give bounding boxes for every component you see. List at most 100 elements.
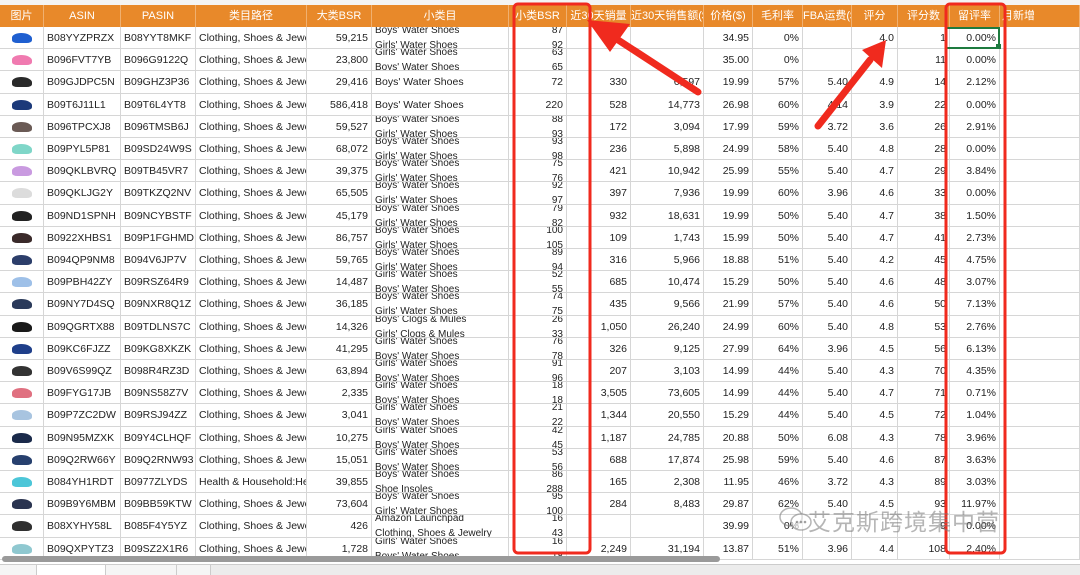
cell-main-bsr[interactable]: 59,215 (307, 27, 372, 50)
cell-review-rate[interactable]: 6.13% (950, 337, 1000, 360)
cell-review-count[interactable]: 53 (898, 315, 950, 338)
cell-category-path[interactable]: Clothing, Shoes & Jewelry (196, 337, 307, 360)
cell-monthly-new[interactable] (1000, 426, 1080, 449)
cell-monthly-new[interactable] (1000, 515, 1080, 538)
cell-sales-30d[interactable]: 397 (567, 182, 631, 205)
cell-review-rate[interactable]: 3.96% (950, 426, 1000, 449)
cell-rating[interactable]: 4.6 (852, 448, 898, 471)
cell-revenue-30d[interactable]: 5,966 (631, 249, 704, 272)
cell-review-count[interactable]: 78 (898, 426, 950, 449)
cell-category-path[interactable]: Clothing, Shoes & Jewelry (196, 426, 307, 449)
cell-category-path[interactable]: Clothing, Shoes & Jewelry (196, 93, 307, 116)
cell-fba-fee[interactable]: 3.96 (803, 537, 852, 560)
cell-fba-fee[interactable]: 5.40 (803, 226, 852, 249)
cell-monthly-new[interactable] (1000, 293, 1080, 316)
cell-sales-30d[interactable]: 1,050 (567, 315, 631, 338)
cell-image[interactable] (0, 226, 44, 249)
cell-margin[interactable]: 51% (753, 249, 803, 272)
cell-asin[interactable]: B09NY7D4SQ (44, 293, 121, 316)
cell-monthly-new[interactable] (1000, 226, 1080, 249)
cell-sales-30d[interactable]: 326 (567, 337, 631, 360)
cell-review-rate[interactable]: 3.63% (950, 448, 1000, 471)
cell-price[interactable]: 24.99 (704, 315, 753, 338)
cell-subcategory[interactable]: Girls' Water Shoes Boys' Water Shoes (372, 404, 509, 427)
cell-revenue-30d[interactable] (631, 515, 704, 538)
cell-asin[interactable]: B09PBH42ZY (44, 271, 121, 294)
cell-subcategory[interactable]: Boys' Water Shoes Girls' Water Shoes (372, 293, 509, 316)
cell-image[interactable] (0, 293, 44, 316)
cell-rating[interactable]: 4.7 (852, 160, 898, 183)
cell-subcategory[interactable]: Boys' Water Shoes (372, 71, 509, 94)
cell-revenue-30d[interactable]: 9,566 (631, 293, 704, 316)
cell-subcategory-bsr[interactable]: 16 43 (509, 515, 567, 538)
cell-rating[interactable]: 4.3 (852, 426, 898, 449)
cell-subcategory-bsr[interactable]: 26 33 (509, 315, 567, 338)
cell-main-bsr[interactable]: 14,326 (307, 315, 372, 338)
cell-review-rate[interactable]: 3.84% (950, 160, 1000, 183)
cell-image[interactable] (0, 160, 44, 183)
cell-revenue-30d[interactable]: 10,474 (631, 271, 704, 294)
cell-fba-fee[interactable]: 3.72 (803, 115, 852, 138)
cell-rating[interactable]: 4.8 (852, 138, 898, 161)
cell-revenue-30d[interactable]: 6,597 (631, 71, 704, 94)
cell-monthly-new[interactable] (1000, 204, 1080, 227)
cell-review-count[interactable]: 108 (898, 537, 950, 560)
cell-rating[interactable]: 4.9 (852, 71, 898, 94)
cell-category-path[interactable]: Clothing, Shoes & Jewelry (196, 315, 307, 338)
cell-monthly-new[interactable] (1000, 448, 1080, 471)
column-header-subcategory-bsr[interactable]: 小类BSR (509, 5, 567, 27)
cell-category-path[interactable]: Clothing, Shoes & Jewelry (196, 71, 307, 94)
cell-review-count[interactable]: 45 (898, 249, 950, 272)
cell-revenue-30d[interactable]: 14,773 (631, 93, 704, 116)
cell-price[interactable]: 39.99 (704, 515, 753, 538)
cell-price[interactable]: 25.98 (704, 448, 753, 471)
cell-sales-30d[interactable]: 435 (567, 293, 631, 316)
cell-sales-30d[interactable]: 330 (567, 71, 631, 94)
cell-main-bsr[interactable]: 29,416 (307, 71, 372, 94)
cell-revenue-30d[interactable]: 20,550 (631, 404, 704, 427)
cell-review-count[interactable]: 33 (898, 182, 950, 205)
cell-sales-30d[interactable]: 1,187 (567, 426, 631, 449)
cell-rating[interactable]: 4.7 (852, 204, 898, 227)
cell-subcategory-bsr[interactable]: 220 (509, 93, 567, 116)
cell-margin[interactable]: 50% (753, 271, 803, 294)
cell-review-rate[interactable]: 0.00% (950, 49, 1000, 72)
cell-subcategory[interactable]: Boys' Water Shoes (372, 93, 509, 116)
cell-main-bsr[interactable]: 73,604 (307, 493, 372, 516)
cell-subcategory[interactable]: Boys' Water Shoes Girls' Water Shoes (372, 27, 509, 50)
cell-asin[interactable]: B094QP9NM8 (44, 249, 121, 272)
column-header-asin[interactable]: ASIN (44, 5, 121, 27)
cell-margin[interactable]: 57% (753, 293, 803, 316)
column-header-price[interactable]: 价格($) (704, 5, 753, 27)
cell-fba-fee[interactable]: 4.14 (803, 93, 852, 116)
cell-sales-30d[interactable]: 1,344 (567, 404, 631, 427)
cell-asin[interactable]: B09GJDPC5N (44, 71, 121, 94)
cell-rating[interactable]: 4.5 (852, 337, 898, 360)
cell-rating[interactable]: 4.0 (852, 27, 898, 50)
cell-main-bsr[interactable]: 63,894 (307, 360, 372, 383)
cell-review-count[interactable]: 41 (898, 226, 950, 249)
cell-review-rate[interactable]: 1.50% (950, 204, 1000, 227)
cell-subcategory[interactable]: Girls' Water Shoes Boys' Water Shoes (372, 49, 509, 72)
cell-price[interactable]: 26.98 (704, 93, 753, 116)
cell-subcategory[interactable]: Boys' Water Shoes Girls' Water Shoes (372, 138, 509, 161)
cell-price[interactable]: 25.99 (704, 160, 753, 183)
cell-subcategory[interactable]: Boys' Water Shoes Shoe Insoles (372, 471, 509, 494)
cell-review-count[interactable]: 29 (898, 160, 950, 183)
cell-category-path[interactable]: Health & Household:Health (196, 471, 307, 494)
cell-review-rate[interactable]: 3.07% (950, 271, 1000, 294)
column-header-sales-30d[interactable]: 近30天销量 (567, 5, 631, 27)
cell-revenue-30d[interactable]: 9,125 (631, 337, 704, 360)
cell-rating[interactable]: 4.4 (852, 537, 898, 560)
cell-margin[interactable]: 50% (753, 204, 803, 227)
cell-image[interactable] (0, 315, 44, 338)
cell-rating[interactable]: 4.3 (852, 360, 898, 383)
cell-subcategory[interactable]: Boys' Water Shoes Girls' Water Shoes (372, 160, 509, 183)
column-header-pasin[interactable]: PASIN (121, 5, 196, 27)
cell-review-rate[interactable]: 2.40% (950, 537, 1000, 560)
cell-pasin[interactable]: B09NCYBSTF (121, 204, 196, 227)
cell-monthly-new[interactable] (1000, 537, 1080, 560)
cell-image[interactable] (0, 404, 44, 427)
cell-subcategory[interactable]: Boys' Water Shoes Girls' Water Shoes (372, 249, 509, 272)
cell-monthly-new[interactable] (1000, 360, 1080, 383)
